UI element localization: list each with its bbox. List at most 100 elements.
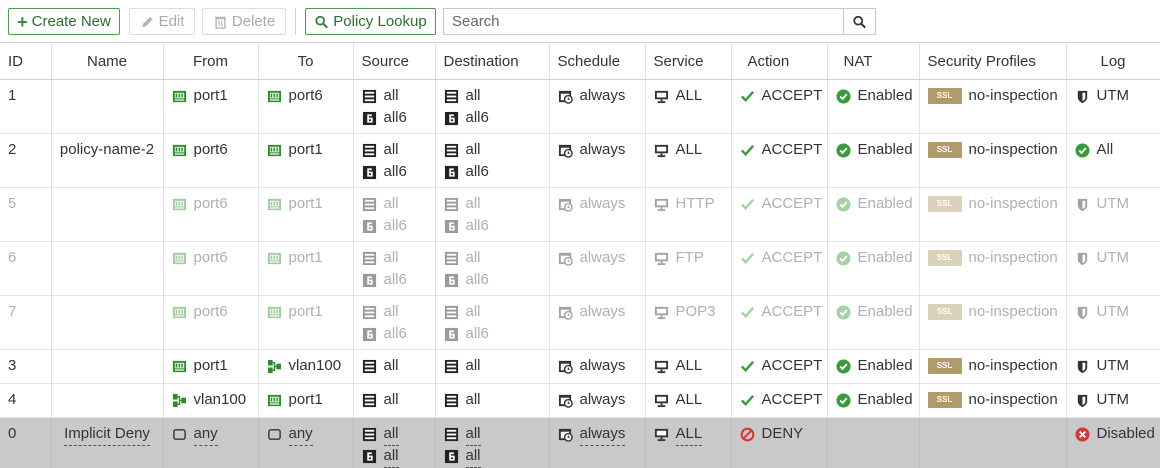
delete-button[interactable]: Delete: [202, 8, 286, 35]
service-cell: POP3: [645, 295, 732, 350]
id-cell: 3: [0, 349, 52, 384]
cell-line: all: [444, 85, 541, 107]
service-icon: [654, 143, 669, 158]
policy-id: 3: [8, 357, 17, 374]
column-header-service[interactable]: Service: [645, 42, 732, 80]
source-cell: all all6: [353, 241, 436, 296]
cell-line: port1: [267, 193, 345, 215]
schedule-cell: always: [549, 349, 646, 384]
vlan-icon: [267, 359, 282, 374]
cell-line: all6: [362, 161, 427, 183]
cell-line: HTTP: [654, 193, 723, 215]
service-cell: FTP: [645, 241, 732, 296]
cell-line: [60, 193, 155, 215]
column-header-from[interactable]: From: [163, 42, 259, 80]
address-icon: [362, 393, 377, 408]
schedule-cell: always: [549, 79, 646, 134]
table-row[interactable]: 5 port6 port1 all all6 all all6 always HTTP ACCEP…: [0, 187, 1160, 242]
action-cell: ACCEPT: [731, 349, 828, 384]
cell-line: all6: [444, 107, 541, 129]
policy-id: 6: [8, 249, 17, 266]
create-new-button[interactable]: + Create New: [8, 8, 120, 35]
security-profiles-cell: [919, 417, 1067, 468]
policy-lookup-button[interactable]: Policy Lookup: [305, 8, 436, 35]
action-value: ACCEPT: [761, 195, 823, 212]
from-cell: vlan100: [163, 383, 259, 418]
table-row[interactable]: 4 vlan100 port1 all all always ALL ACCEPT Enable…: [0, 383, 1160, 418]
column-header-source[interactable]: Source: [353, 42, 436, 80]
address-icon: [444, 251, 459, 266]
cell-line: all6: [444, 161, 541, 183]
port-icon: [172, 89, 187, 104]
address-icon: [444, 143, 459, 158]
cell-line: always: [558, 85, 637, 107]
source-address-ipv6: all6: [383, 271, 407, 288]
search-button[interactable]: [843, 8, 876, 35]
service-name: ALL: [675, 423, 703, 446]
column-header-to[interactable]: To: [258, 42, 354, 80]
address-icon: [444, 305, 459, 320]
schedule-cell: always: [549, 241, 646, 296]
cell-line: DENY: [740, 423, 819, 445]
destination-address-ipv6: all6: [465, 163, 489, 180]
search-input[interactable]: [443, 8, 843, 35]
destination-cell: all all6: [435, 133, 550, 188]
security-profiles-cell: SSL no-inspection: [919, 187, 1067, 242]
shield-icon: [1075, 359, 1090, 374]
check-circle-icon: [836, 251, 851, 266]
cell-line: policy-name-2: [60, 139, 155, 161]
destination-address: all: [465, 141, 481, 158]
check-circle-icon: [836, 89, 851, 104]
port-icon: [172, 197, 187, 212]
name-cell: [51, 79, 164, 134]
column-header-log[interactable]: Log: [1066, 42, 1160, 80]
column-header-nat[interactable]: NAT: [827, 42, 920, 80]
cell-line: ACCEPT: [740, 301, 822, 323]
service-icon: [654, 89, 669, 104]
column-header-action[interactable]: Action: [731, 42, 828, 80]
cell-line: all6: [362, 269, 427, 291]
to-interface: port1: [288, 195, 323, 212]
table-row[interactable]: 0 Implicit Deny any any all all all all always AL…: [0, 417, 1160, 468]
cell-line: Enabled: [836, 301, 913, 323]
nat-cell: Enabled: [827, 241, 920, 296]
column-header-schedule[interactable]: Schedule: [549, 42, 646, 80]
action-cell: ACCEPT: [731, 79, 828, 134]
edit-button[interactable]: Edit: [129, 8, 195, 35]
name-cell: [51, 383, 164, 418]
cell-line: port1: [267, 247, 345, 269]
cell-line: vlan100: [172, 389, 250, 411]
action-cell: ACCEPT: [731, 295, 828, 350]
column-header-id[interactable]: ID: [0, 42, 52, 80]
column-header-destination[interactable]: Destination: [435, 42, 550, 80]
schedule-icon: [558, 251, 573, 266]
table-row[interactable]: 1 port1 port6 all all6 all all6 always ALL ACCEPT…: [0, 79, 1160, 134]
cell-line: SSL no-inspection: [927, 247, 1058, 269]
action-cell: ACCEPT: [731, 187, 828, 242]
from-cell: port6: [163, 295, 259, 350]
vlan-icon: [172, 393, 187, 408]
table-row[interactable]: 6 port6 port1 all all6 all all6 always FTP ACCEPT…: [0, 241, 1160, 296]
source-cell: all all: [353, 417, 436, 468]
ssl-profile-name: no-inspection: [968, 87, 1058, 104]
destination-address-ipv6: all6: [465, 109, 489, 126]
column-header-name[interactable]: Name: [51, 42, 164, 80]
table-row[interactable]: 3 port1 vlan100 all all always ALL ACCEPT Enable…: [0, 349, 1160, 384]
ssl-profile-name: no-inspection: [968, 391, 1058, 408]
cell-line: 1: [8, 85, 43, 107]
check-icon: [740, 359, 755, 374]
address-icon: [362, 251, 377, 266]
source-address-ipv6: all6: [383, 217, 407, 234]
table-row[interactable]: 2 policy-name-2 port6 port1 all all6 all all6 al…: [0, 133, 1160, 188]
cell-line: [60, 389, 155, 411]
cell-line: Enabled: [836, 389, 913, 411]
schedule-icon: [558, 393, 573, 408]
column-header-security-profiles[interactable]: Security Profiles: [919, 42, 1067, 80]
to-interface: any: [288, 423, 313, 446]
table-row[interactable]: 7 port6 port1 all all6 all all6 always POP3 ACCEP…: [0, 295, 1160, 350]
security-profiles-cell: SSL no-inspection: [919, 349, 1067, 384]
nat-value: Enabled: [857, 141, 913, 158]
source-cell: all all6: [353, 79, 436, 134]
source-address: all: [383, 423, 399, 446]
security-profiles-cell: SSL no-inspection: [919, 241, 1067, 296]
